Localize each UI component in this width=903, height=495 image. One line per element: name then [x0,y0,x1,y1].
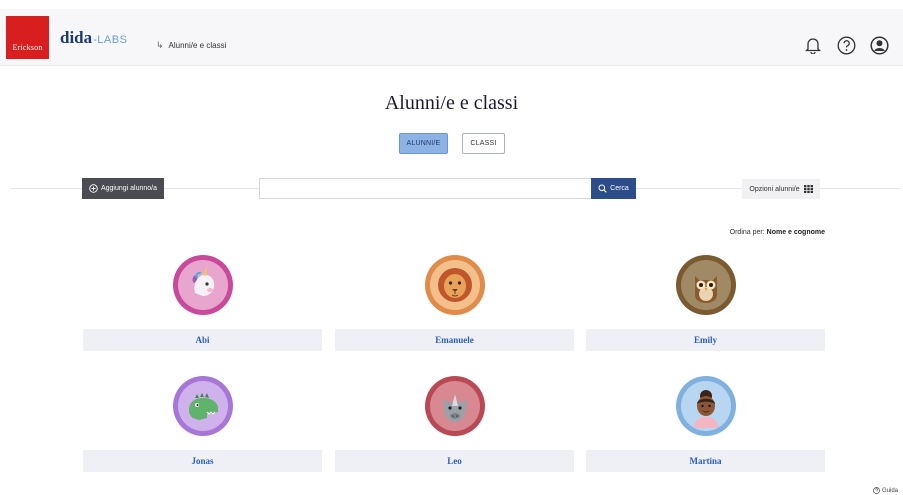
breadcrumb-current[interactable]: Alunni/e e classi [169,41,227,50]
lion-icon [438,268,472,302]
student-card[interactable]: Abi [83,255,322,351]
top-bar: Erickson dida -LABS ↳ Alunni/e e classi [0,9,903,66]
student-options-label: Opzioni alunni/e [749,185,800,193]
student-avatar [425,255,485,315]
tab-classes[interactable]: CLASSI [462,133,505,154]
page: Erickson dida -LABS ↳ Alunni/e e classi … [0,0,903,495]
view-tabs: ALUNNI/E CLASSI [0,133,903,154]
plus-circle-icon [89,184,98,193]
student-name[interactable]: Leo [335,450,574,472]
tab-students[interactable]: ALUNNI/E [398,133,449,154]
student-avatar [173,255,233,315]
search-button-label: Cerca [610,185,629,192]
student-card[interactable]: Leo [335,376,574,472]
return-arrow-icon: ↳ [156,40,164,50]
divider-right [820,188,900,189]
student-name[interactable]: Martina [586,450,825,472]
student-name[interactable]: Abi [83,329,322,351]
owl-icon [695,276,717,303]
help-icon[interactable] [836,35,856,55]
divider-mid-right [636,188,742,189]
rhino-icon [443,394,467,422]
sort-label: Ordina per: [729,229,765,236]
student-options-button[interactable]: Opzioni alunni/e [742,179,820,199]
breadcrumb: ↳ Alunni/e e classi [156,40,226,51]
student-avatar [676,376,736,436]
student-name[interactable]: Emanuele [335,329,574,351]
student-name[interactable]: Emily [586,329,825,351]
add-student-label: Aggiungi alunno/a [100,185,158,192]
help-icon [873,487,880,494]
student-avatar [173,376,233,436]
brand-suffix: -LABS [93,34,128,46]
sort-value: Nome e cognome [766,229,825,236]
bell-icon[interactable] [803,35,823,55]
search-bar: Cerca [259,178,636,199]
search-input[interactable] [259,178,591,199]
student-card[interactable]: Martina [586,376,825,472]
unicorn-icon [192,266,215,296]
erickson-logo[interactable]: Erickson [6,16,49,59]
brand[interactable]: dida -LABS [60,28,127,48]
student-avatar [425,376,485,436]
user-account-icon[interactable] [869,35,889,55]
help-guide-label: Guida [881,487,898,494]
dinosaur-icon [189,393,218,420]
logo-text: Erickson [12,43,43,52]
student-avatar [676,255,736,315]
grid-icon [803,185,813,193]
brand-name: dida [60,28,93,47]
add-student-button[interactable]: Aggiungi alunno/a [82,178,164,199]
student-card[interactable]: Jonas [83,376,322,472]
student-name[interactable]: Jonas [83,450,322,472]
search-icon [598,184,607,193]
student-card[interactable]: Emanuele [335,255,574,351]
student-card[interactable]: Emily [586,255,825,351]
divider-left [10,188,82,189]
page-title: Alunni/e e classi [384,92,519,114]
divider-mid-left [164,188,259,189]
search-button[interactable]: Cerca [591,178,636,199]
sort-control[interactable]: Ordina per: Nome e cognome [730,229,825,236]
help-guide-button[interactable]: Guida [873,487,898,494]
header-actions [803,35,889,55]
girl-icon [694,390,718,428]
